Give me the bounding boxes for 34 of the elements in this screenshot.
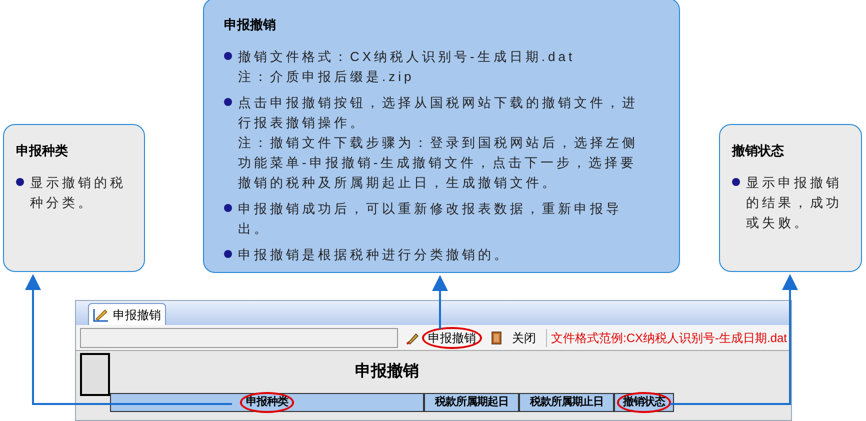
callout-text: 注：介质申报后缀是.zip [238,68,416,86]
callout-text: 显示申报撤销的结果，成功或失败。 [746,174,843,232]
callout-text: 申报撤销成功后，可以重新修改报表数据，重新申报导出。 [238,200,623,238]
highlight-ring: 申报撤销 [422,326,482,348]
toolbar-button[interactable]: 关闭 [486,326,542,348]
callout-text: 点击申报撤销按钮，选择从国税网站下载的撤销文件，进行报表撤销操作。 [238,94,639,132]
highlight-ring: 关闭 [511,330,537,346]
bullet-icon [224,98,232,106]
bullet-icon [224,52,232,60]
chart-pencil-icon [93,308,109,322]
bullet-icon [224,204,232,212]
door-icon [490,330,504,344]
callout-title: 撤销状态 [732,142,785,160]
bullet-icon [224,250,232,258]
highlight-ring: 税款所属期止日 [528,394,604,410]
connector-arrow [432,275,448,329]
tab[interactable]: 申报撤销 [88,303,166,325]
highlight-ring: 申报种类 [240,392,294,413]
report-title: 申报撤销 [354,362,420,382]
bullet-icon [16,178,24,186]
highlight-ring: 税款所属期起日 [434,394,510,410]
bullet-icon [732,178,740,186]
toolbar-button[interactable]: 申报撤销 [402,326,482,348]
highlight-ring: 撤销状态 [617,392,671,413]
toolbar-field[interactable] [80,328,398,348]
format-hint: 文件格式范例:CX纳税人识别号-生成日期.dat [546,328,788,346]
pencil-icon [406,330,420,344]
callout-text: 撤销文件格式：CX纳税人识别号-生成日期.dat [238,48,576,66]
corner-cell [80,353,110,396]
callout-text: 注：撤销文件下载步骤为：登录到国税网站后，选择左侧功能菜单-申报撤销-生成撤销文件，点击下一步，选择要撤销的税种及所属期起止日，生成撤销文件。 [238,134,639,192]
callout-title: 申报撤销 [224,16,277,34]
callout-title: 申报种类 [16,142,69,160]
callout-text: 显示撤销的税种分类。 [30,174,127,212]
callout-text: 申报撤销是根据税种进行分类撤销的。 [238,246,511,264]
